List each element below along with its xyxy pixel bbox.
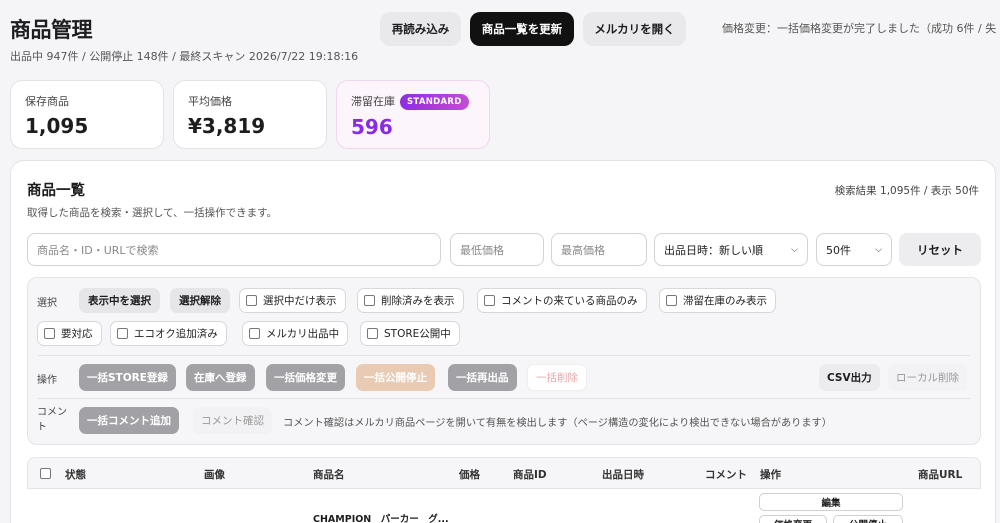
- page-size-value: 50件: [826, 243, 851, 257]
- filter-ecoauc-added[interactable]: エコオク追加済み: [110, 321, 227, 346]
- stat-value: 596: [351, 115, 393, 139]
- divider: [38, 398, 970, 399]
- select-all-button[interactable]: 表示中を選択: [79, 288, 160, 313]
- filter-comments-only[interactable]: コメントの来ている商品のみ: [477, 288, 647, 313]
- column-header-listed-at: 出品日時: [602, 469, 644, 481]
- result-count: 検索結果 1,095件 / 表示 50件: [834, 185, 979, 197]
- checkbox[interactable]: [666, 295, 677, 306]
- filter-selected-only[interactable]: 選択中だけ表示: [239, 288, 346, 313]
- stat-card-stagnant-stock: 滞留在庫 STANDARD 596: [336, 80, 490, 149]
- stat-value: ¥3,819: [188, 114, 266, 138]
- local-delete-button[interactable]: ローカル削除: [888, 364, 967, 391]
- filter-label: 要対応: [61, 328, 93, 340]
- reset-button[interactable]: リセット: [899, 233, 981, 266]
- filter-store-public[interactable]: STORE公開中: [360, 321, 460, 346]
- column-header-price: 価格: [459, 469, 480, 481]
- column-header-image: 画像: [204, 469, 225, 481]
- comment-note: コメント確認はメルカリ商品ページを開いて有無を検出します（ページ構造の変化により…: [283, 418, 832, 429]
- filter-box: 選択 表示中を選択 選択解除 選択中だけ表示 削除済みを表示 コメントの来ている…: [27, 277, 981, 445]
- stat-label: 滞留在庫: [351, 95, 395, 108]
- stat-card-average-price: 平均価格 ¥3,819: [173, 80, 327, 149]
- edit-button[interactable]: 編集: [759, 493, 903, 511]
- page-subtitle: 出品中 947件 / 公開停止 148件 / 最終スキャン 2026/7/22 …: [10, 50, 359, 63]
- max-price-input[interactable]: 最高価格: [551, 233, 647, 266]
- panel-description: 取得した商品を検索・選択して、一括操作できます。: [27, 207, 278, 219]
- column-header-comments: コメント: [705, 469, 747, 481]
- operations-row-label: 操作: [37, 375, 57, 386]
- page-title: 商品管理: [10, 18, 93, 42]
- bulk-store-register-button[interactable]: 一括STORE登録: [79, 364, 176, 391]
- filter-label: エコオク追加済み: [134, 328, 218, 340]
- open-mercari-button[interactable]: メルカリを開く: [583, 12, 686, 46]
- stat-label: 平均価格: [188, 95, 232, 108]
- checkbox[interactable]: [367, 328, 378, 339]
- product-list-panel: 商品一覧 取得した商品を検索・選択して、一括操作できます。 検索結果 1,095…: [10, 160, 996, 523]
- checkbox[interactable]: [117, 328, 128, 339]
- filter-stagnant-only[interactable]: 滞留在庫のみ表示: [659, 288, 776, 313]
- refresh-list-button[interactable]: 商品一覧を更新: [470, 12, 574, 46]
- filter-label: メルカリ出品中: [266, 328, 340, 340]
- select-all-checkbox[interactable]: [40, 468, 51, 479]
- sort-select[interactable]: 出品日時：新しい順 ⌵: [654, 233, 808, 266]
- column-header-product-id: 商品ID: [513, 469, 547, 481]
- column-header-status: 状態: [65, 469, 86, 481]
- filter-label: 選択中だけ表示: [263, 295, 337, 307]
- deselect-button[interactable]: 選択解除: [170, 288, 230, 313]
- filter-label: STORE公開中: [384, 328, 451, 340]
- select-row-label: 選択: [37, 298, 57, 309]
- stat-label: 保存商品: [25, 95, 69, 108]
- checkbox[interactable]: [484, 295, 495, 306]
- bulk-price-change-button[interactable]: 一括価格変更: [266, 364, 345, 391]
- status-message: 価格変更：一括価格変更が完了しました（成功 6件 / 失: [722, 22, 997, 35]
- reload-button[interactable]: 再読み込み: [380, 12, 461, 46]
- row-suspend-button[interactable]: 公開停止: [833, 515, 903, 523]
- chevron-down-icon: ⌵: [791, 244, 798, 255]
- bulk-suspend-button[interactable]: 一括公開停止: [356, 364, 435, 391]
- comments-row-label: コメント: [37, 407, 67, 433]
- product-name[interactable]: CHAMPION パーカー グ...: [313, 511, 449, 523]
- bulk-delete-button[interactable]: 一括削除: [527, 364, 587, 391]
- stock-register-button[interactable]: 在庫へ登録: [186, 364, 255, 391]
- chevron-down-icon: ⌵: [875, 244, 882, 255]
- checkbox[interactable]: [246, 295, 257, 306]
- filter-mercari-listed[interactable]: メルカリ出品中: [242, 321, 349, 346]
- stat-label-row: 滞留在庫 STANDARD: [351, 93, 475, 110]
- column-header-url: 商品URL: [918, 469, 963, 481]
- checkbox[interactable]: [44, 328, 55, 339]
- panel-title: 商品一覧: [27, 183, 85, 199]
- column-header-name: 商品名: [313, 469, 345, 481]
- filter-label: コメントの来ている商品のみ: [501, 295, 638, 307]
- csv-export-button[interactable]: CSV出力: [819, 364, 880, 391]
- stat-value: 1,095: [25, 114, 89, 138]
- table-header: 状態 画像 商品名 価格 商品ID 出品日時 コメント 操作 商品URL: [27, 457, 981, 489]
- checkbox[interactable]: [249, 328, 260, 339]
- filter-needs-action[interactable]: 要対応: [37, 321, 102, 346]
- filter-label: 滞留在庫のみ表示: [683, 295, 767, 307]
- stat-card-saved: 保存商品 1,095: [10, 80, 164, 149]
- filter-show-deleted[interactable]: 削除済みを表示: [357, 288, 464, 313]
- sort-select-value: 出品日時：新しい順: [664, 243, 763, 257]
- divider: [38, 355, 970, 356]
- checkbox[interactable]: [364, 295, 375, 306]
- comment-check-button[interactable]: コメント確認: [193, 407, 272, 434]
- bulk-comment-add-button[interactable]: 一括コメント追加: [79, 407, 179, 434]
- search-input[interactable]: 商品名・ID・URLで検索: [27, 233, 441, 266]
- plan-badge: STANDARD: [400, 94, 469, 110]
- filter-label: 削除済みを表示: [381, 295, 455, 307]
- min-price-input[interactable]: 最低価格: [450, 233, 544, 266]
- column-header-actions: 操作: [760, 469, 781, 481]
- row-price-change-button[interactable]: 価格変更: [759, 515, 827, 523]
- page-size-select[interactable]: 50件 ⌵: [816, 233, 892, 266]
- bulk-relist-button[interactable]: 一括再出品: [448, 364, 517, 391]
